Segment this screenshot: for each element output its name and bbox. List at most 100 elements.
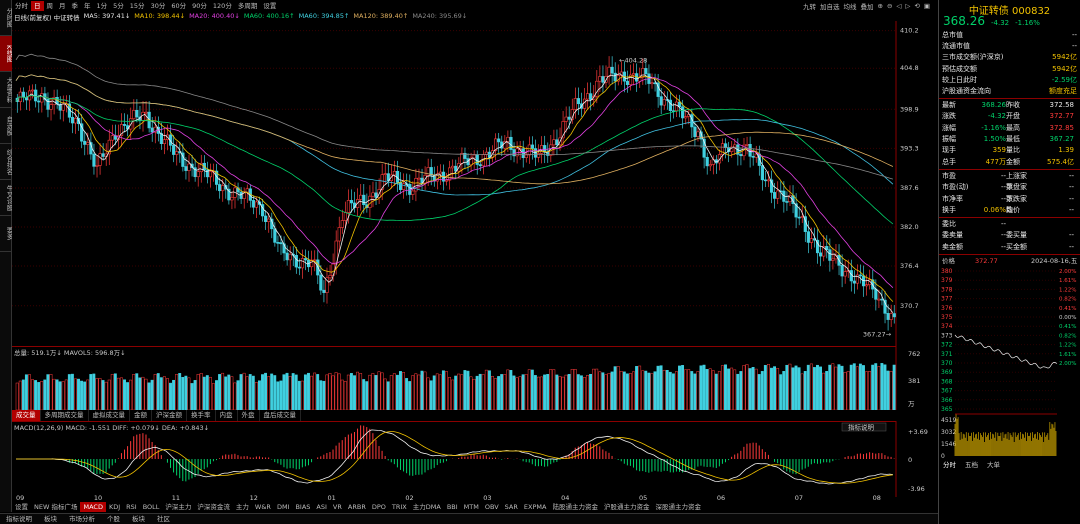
candlestick-chart[interactable]: 410.2 404.8 398.9 393.3 387.6 382.0 376.4 370.7… [12,21,938,346]
period-tab-1[interactable]: 日 [31,0,44,11]
tool-button-2[interactable]: 均线 [841,1,858,11]
period-tab-13[interactable]: 多周期 [235,1,261,11]
left-tab-4[interactable]: 综合排名 [0,144,12,180]
period-tab-8[interactable]: 15分 [127,1,148,11]
volume-tab-6[interactable]: 内盘 [216,410,238,421]
indicator-tab-25[interactable]: 深股通主力资金 [652,502,704,512]
high-annotation: ←404.28 [619,57,647,65]
candle-body [843,271,847,277]
volume-tab-8[interactable]: 盘后成交量 [260,410,301,421]
volume-bar [782,371,786,410]
candle-body [362,194,366,205]
indicator-tab-3[interactable]: KDJ [106,502,123,512]
period-tab-10[interactable]: 60分 [168,1,189,11]
intraday-tab-0[interactable]: 分时 [943,460,957,469]
indicator-tab-23[interactable]: 陆股通主力资金 [549,502,601,512]
volume-tab-3[interactable]: 金额 [130,410,152,421]
volume-bar [300,380,304,410]
period-tab-2[interactable]: 周 [44,1,57,11]
indicator-tab-21[interactable]: SAR [502,502,521,512]
indicator-tab-22[interactable]: EXPMA [521,502,550,512]
orders-cell: -- [1000,220,1006,229]
tool-button-3[interactable]: 叠加 [858,1,875,11]
y-axis-label: 410.2 [900,27,919,35]
indicator-tab-18[interactable]: BBI [444,502,461,512]
left-tab-0[interactable]: 分时图 [0,0,12,36]
period-tab-14[interactable]: 设置 [260,1,279,11]
indicator-tab-6[interactable]: 沪深主力 [162,502,194,512]
refresh-icon[interactable]: ⟲ [912,2,921,10]
volume-bar [825,371,829,410]
indicator-tab-10[interactable]: DMI [274,502,293,512]
indicator-tab-12[interactable]: ASI [313,502,330,512]
indicator-tab-16[interactable]: TRIX [389,502,410,512]
volume-chart[interactable]: 762 381 万 [12,346,938,410]
candle-body [472,154,476,159]
stats-table: 市盈 -- 上涨家数 -- 市盈(动) -- 平盘家数 -- 市净率 -- 下跌家数 -- 换手 0.06… [939,171,1080,216]
macd-chart[interactable]: +3.690-3.96指标说明 [12,421,938,497]
orders-cell: 委比 [942,220,956,229]
period-tab-6[interactable]: 1分 [94,1,111,11]
window-icon[interactable]: ▣ [922,2,932,10]
indicator-tab-4[interactable]: RSI [123,502,140,512]
intraday-tab-2[interactable]: 大单 [987,460,1001,469]
period-tab-4[interactable]: 季 [69,1,82,11]
volume-bar [46,374,50,410]
volume-tab-5[interactable]: 换手率 [187,410,216,421]
indicator-tab-1[interactable]: NEW 指标广场 [31,502,80,512]
left-icon[interactable]: ◁ [894,2,903,10]
indicator-tab-5[interactable]: BOLL [140,502,163,512]
volume-tab-4[interactable]: 沪深金额 [152,410,187,421]
indicator-tab-7[interactable]: 沪深资金流 [194,502,233,512]
left-tab-2[interactable]: 大盘资料 [0,72,12,108]
left-tab-3[interactable]: 自选股 [0,108,12,144]
left-tab-5[interactable]: 牛叉诊股 [0,180,12,216]
right-icon[interactable]: ▷ [903,2,912,10]
indicator-tab-20[interactable]: OBV [482,502,502,512]
indicator-tab-17[interactable]: 主力DMA [410,502,444,512]
period-tab-0[interactable]: 分时 [12,1,31,11]
left-tab-1[interactable]: K线图 [0,36,12,72]
volume-tab-0[interactable]: 成交量 [12,410,41,421]
period-tab-7[interactable]: 5分 [110,1,127,11]
indicator-tab-0[interactable]: 设置 [12,502,31,512]
volume-bar [288,376,292,410]
zoom-out-icon[interactable]: ⊖ [885,2,894,10]
indicator-tab-15[interactable]: DPO [369,502,389,512]
status-item-2[interactable]: 市场分析 [63,514,101,524]
volume-bar [843,372,847,410]
period-tab-5[interactable]: 年 [81,1,94,11]
status-item-1[interactable]: 板块 [38,514,63,524]
volume-tab-1[interactable]: 多周期成交量 [41,410,89,421]
volume-tab-7[interactable]: 外盘 [238,410,260,421]
indicator-tab-19[interactable]: MTM [461,502,482,512]
indicator-tab-13[interactable]: VR [330,502,345,512]
left-tab-6[interactable]: 要多 [0,216,12,252]
indicator-tab-24[interactable]: 沪股通主力资金 [601,502,653,512]
candle-body [610,66,614,74]
period-tab-3[interactable]: 月 [56,1,69,11]
indicator-tab-8[interactable]: 主力 [233,502,252,512]
intraday-tab-1[interactable]: 五档 [965,460,978,469]
status-item-4[interactable]: 板块 [126,514,151,524]
status-item-0[interactable]: 指标说明 [0,514,38,524]
indicator-tab-2[interactable]: MACD [80,502,106,512]
period-tab-11[interactable]: 90分 [189,1,210,11]
status-item-3[interactable]: 个股 [101,514,126,524]
zoom-in-icon[interactable]: ⊕ [875,2,884,10]
indicator-tab-11[interactable]: BIAS [292,502,313,512]
volume-bar [727,368,731,410]
intraday-chart[interactable]: 价格 372.77 2024-08-16,五 380 379 378 377 376 375 37… [939,256,1080,470]
tool-button-1[interactable]: 加自选 [818,1,842,11]
status-item-5[interactable]: 社区 [151,514,176,524]
period-tab-12[interactable]: 120分 [210,1,235,11]
volume-tab-2[interactable]: 虚拟成交量 [89,410,130,421]
indicator-tab-9[interactable]: W&R [252,502,274,512]
tool-button-0[interactable]: 九转 [801,1,818,11]
y-axis-label: 376.4 [900,262,919,270]
volume-bar [218,374,222,410]
indicator-tab-14[interactable]: ARBR [345,502,369,512]
candle-body [659,96,663,106]
period-tab-9[interactable]: 30分 [148,1,169,11]
candle-body [175,151,179,155]
